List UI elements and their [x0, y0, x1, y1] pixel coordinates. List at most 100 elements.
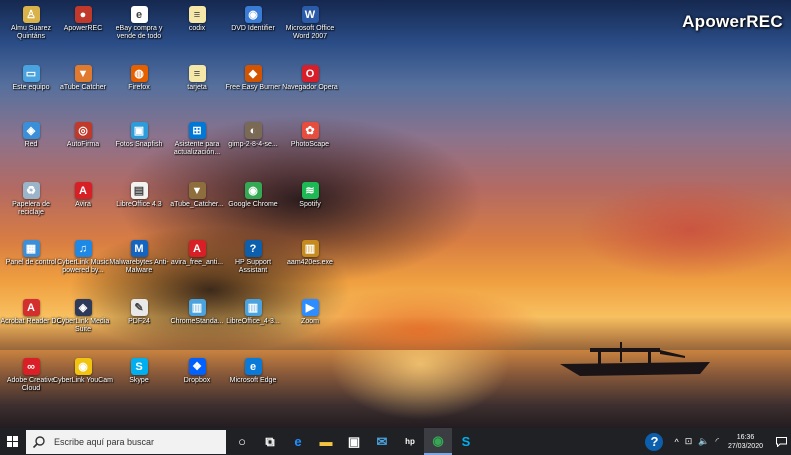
cyberlink-suite-icon: ◈ — [74, 299, 92, 316]
cyberlink-music-icon: ♫ — [74, 240, 92, 257]
desktop-icon[interactable]: ⊞ Asistente para actualización... — [166, 122, 228, 157]
hp-icon: hp — [405, 437, 415, 446]
pdf24-icon: ✎ — [130, 299, 148, 316]
opera-icon: O — [301, 65, 319, 82]
notification-icon — [775, 436, 787, 447]
desktop-icon[interactable]: ✎ PDF24 — [108, 299, 170, 326]
installer-icon: ▥ — [301, 240, 319, 257]
edge-icon: e — [294, 434, 302, 449]
desktop-icon[interactable]: S Skype — [108, 358, 170, 385]
skype-icon: S — [461, 434, 471, 449]
search-icon — [32, 435, 45, 448]
desktop-icon[interactable]: ≡ tarjeta — [166, 65, 228, 92]
avira-icon: A — [74, 182, 92, 199]
desktop-icon[interactable]: ▥ aam420es.exe — [279, 240, 341, 267]
desktop-icon[interactable]: ◍ Firefox — [108, 65, 170, 92]
taskbar-search-box[interactable]: Escribe aquí para buscar — [26, 429, 226, 454]
desktop-icon[interactable]: ◉ CyberLink YouCam — [52, 358, 114, 385]
desktop-icon-label: tarjeta — [187, 84, 207, 91]
notifications-button[interactable] — [771, 428, 791, 455]
desktop-icon-label: PDF24 — [128, 318, 150, 325]
desktop-icon[interactable]: ◐ gimp-2-8-4-se... — [222, 122, 284, 149]
desktop-icon-label: avira_free_anti... — [170, 259, 224, 266]
desktop-icon[interactable]: ? HP Support Assistant — [222, 240, 284, 275]
zoom-icon: ▶ — [301, 299, 319, 316]
desktop-icon[interactable]: ◎ AutoFirma — [52, 122, 114, 149]
atube-icon: ▼ — [188, 182, 206, 199]
volume-icon[interactable]: 🔈 — [698, 436, 709, 447]
desktop-icon[interactable]: ▣ Fotos Snapfish — [108, 122, 170, 149]
wifi-icon[interactable]: ◜ — [715, 436, 719, 447]
desktop-icon[interactable]: ▤ LibreOffice 4.3 — [108, 182, 170, 209]
taskbar-mail-button[interactable]: ✉ — [368, 428, 396, 455]
search-placeholder: Escribe aquí para buscar — [54, 436, 155, 447]
taskbar-hp-button[interactable]: hp — [396, 428, 424, 455]
help-icon[interactable]: ? — [645, 432, 664, 451]
desktop-icon[interactable]: O Navegador Opera — [279, 65, 341, 92]
desktop-icon[interactable]: ≋ Spotify — [279, 182, 341, 209]
malwarebytes-icon: M — [130, 240, 148, 257]
desktop-icon[interactable]: ▼ aTube Catcher — [52, 65, 114, 92]
dropbox-icon: ❖ — [188, 358, 206, 375]
photoscape-icon: ✿ — [301, 122, 319, 139]
spotify-icon: ≋ — [301, 182, 319, 199]
desktop-icon[interactable]: ▶ Zoom — [279, 299, 341, 326]
desktop-icon[interactable]: ◉ DVD Identifier — [222, 6, 284, 33]
taskbar-cortana-button[interactable]: ○ — [228, 428, 256, 455]
windows-logo-icon — [6, 436, 18, 447]
gimp-icon: ◐ — [244, 122, 262, 139]
taskbar-skype-button[interactable]: S — [452, 428, 480, 455]
taskbar-clock[interactable]: 16:36 27/03/2020 — [728, 433, 763, 451]
desktop-icon-label: CyberLink Music powered by... — [57, 259, 109, 274]
desktop-icon[interactable]: ≡ codix — [166, 6, 228, 33]
desktop-icon[interactable]: W Microsoft Office Word 2007 — [279, 6, 341, 41]
wallpaper-sun-reflection — [330, 350, 510, 420]
desktop-icon-label: aTube Catcher — [59, 84, 107, 91]
desktop-icon[interactable]: ● ApowerREC — [52, 6, 114, 33]
taskbar-store-button[interactable]: ▣ — [340, 428, 368, 455]
desktop-icon[interactable]: e eBay compra y vende de todo — [108, 6, 170, 41]
desktop-icon[interactable]: ▥ ChromeStanda... — [166, 299, 228, 326]
desktop-icon[interactable]: ❖ Dropbox — [166, 358, 228, 385]
desktop-icon[interactable]: Aavira_free_anti... — [166, 240, 228, 267]
libreoffice-icon: ▤ — [130, 182, 148, 199]
computer-icon: ▭ — [22, 65, 40, 82]
desktop-icon-label: HP Support Assistant — [234, 259, 272, 274]
recycle-bin-icon: ♻ — [22, 182, 40, 199]
desktop-icon-label: eBay compra y vende de todo — [115, 25, 163, 40]
taskbar-task-view-button[interactable]: ⧉ — [256, 428, 284, 455]
help-icon: ? — [244, 240, 262, 257]
system-tray: ? ^ ⊡ 🔈 ◜ 16:36 27/03/2020 — [642, 428, 791, 455]
desktop-icon[interactable]: ▥ LibreOffice_4-3... — [222, 299, 284, 326]
taskbar: Escribe aquí para buscar ○ ⧉ e ▬ ▣ ✉ hp ◉ S ? ^ ⊡ 🔈… — [0, 428, 791, 455]
desktop-icon-label: Dropbox — [183, 377, 211, 384]
chrome-icon: ◉ — [432, 432, 444, 448]
desktop-icon-label: Zoom — [301, 318, 319, 325]
desktop-icon[interactable]: ✿ PhotoScape — [279, 122, 341, 149]
taskbar-chrome-button[interactable]: ◉ — [424, 428, 452, 455]
desktop-icon[interactable]: ◈ CyberLink Media Suite — [52, 299, 114, 334]
desktop-icon[interactable]: ♫ CyberLink Music powered by... — [52, 240, 114, 275]
desktop-icon[interactable]: ◆ Free Easy Burner — [222, 65, 284, 92]
taskbar-file-explorer-button[interactable]: ▬ — [312, 428, 340, 455]
edge-icon: e — [244, 358, 262, 375]
taskbar-edge-button[interactable]: e — [284, 428, 312, 455]
desktop-icon[interactable]: A Avira — [52, 182, 114, 209]
network-icon[interactable]: ⊡ — [685, 436, 693, 447]
start-button[interactable] — [1, 428, 23, 455]
chevron-up-icon[interactable]: ^ — [674, 437, 678, 447]
installer-icon: ▥ — [188, 299, 206, 316]
wallpaper-boat — [560, 342, 710, 376]
desktop-icon-label: ApowerREC — [63, 25, 103, 32]
task-view-icon: ⧉ — [265, 433, 275, 449]
desktop-icon[interactable]: ◉ Google Chrome — [222, 182, 284, 209]
desktop-icon[interactable]: ▼ aTube_Catcher... — [166, 182, 228, 209]
desktop-icon[interactable]: e Microsoft Edge — [222, 358, 284, 385]
clock-date: 27/03/2020 — [727, 442, 763, 450]
control-panel-icon: ▦ — [22, 240, 40, 257]
text-file-icon: ≡ — [188, 6, 206, 23]
desktop-icon[interactable]: M Malwarebytes Anti-Malware — [108, 240, 170, 275]
avira-icon: A — [188, 240, 206, 257]
desktop-icon-label: codix — [188, 25, 206, 32]
desktop-icon-label: CyberLink YouCam — [53, 377, 113, 384]
